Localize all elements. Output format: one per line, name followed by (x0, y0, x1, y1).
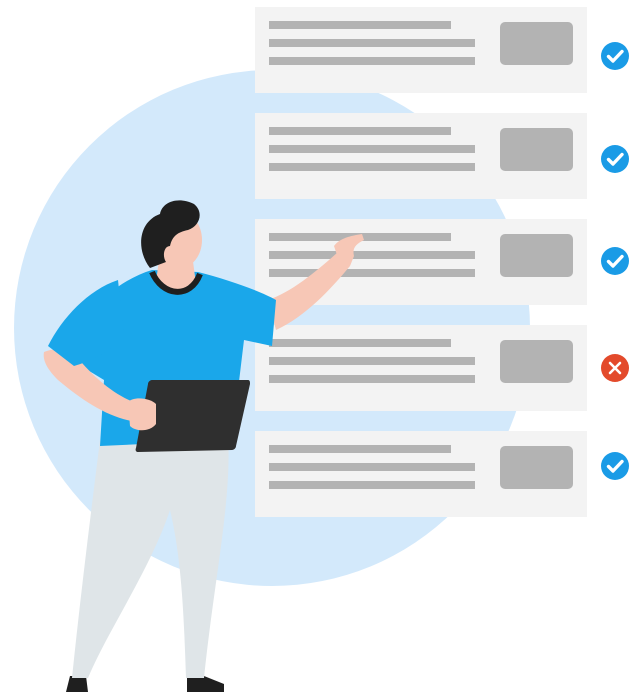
text-line-placeholder (269, 463, 475, 471)
thumbnail-placeholder (500, 234, 573, 277)
checklist-card (255, 431, 587, 517)
x-circle-icon (601, 354, 629, 382)
text-line-placeholder (269, 339, 451, 347)
thumbnail-placeholder (500, 22, 573, 65)
thumbnail-placeholder (500, 128, 573, 171)
text-line-placeholder (269, 445, 451, 453)
text-line-placeholder (269, 39, 475, 47)
checklist (255, 7, 587, 517)
checklist-card (255, 113, 587, 199)
left-shoe (66, 676, 88, 692)
check-circle-icon (601, 42, 629, 70)
text-line-placeholder (269, 251, 475, 259)
check-circle-icon (601, 452, 629, 480)
text-line-placeholder (269, 127, 451, 135)
holding-hand (128, 398, 156, 431)
checklist-card (255, 325, 587, 411)
checklist-illustration (14, 7, 629, 692)
text-line-placeholder (269, 57, 475, 65)
thumbnail-placeholder (500, 446, 573, 489)
right-shoe (187, 676, 224, 692)
check-circle-icon (601, 247, 629, 275)
checklist-card (255, 7, 587, 93)
text-line-placeholder (269, 145, 475, 153)
text-line-placeholder (269, 481, 475, 489)
check-circle-icon (601, 145, 629, 173)
text-line-placeholder (269, 163, 475, 171)
text-line-placeholder (269, 357, 475, 365)
text-line-placeholder (269, 21, 451, 29)
text-line-placeholder (269, 269, 475, 277)
text-line-placeholder (269, 375, 475, 383)
status-icons (601, 42, 629, 480)
thumbnail-placeholder (500, 340, 573, 383)
